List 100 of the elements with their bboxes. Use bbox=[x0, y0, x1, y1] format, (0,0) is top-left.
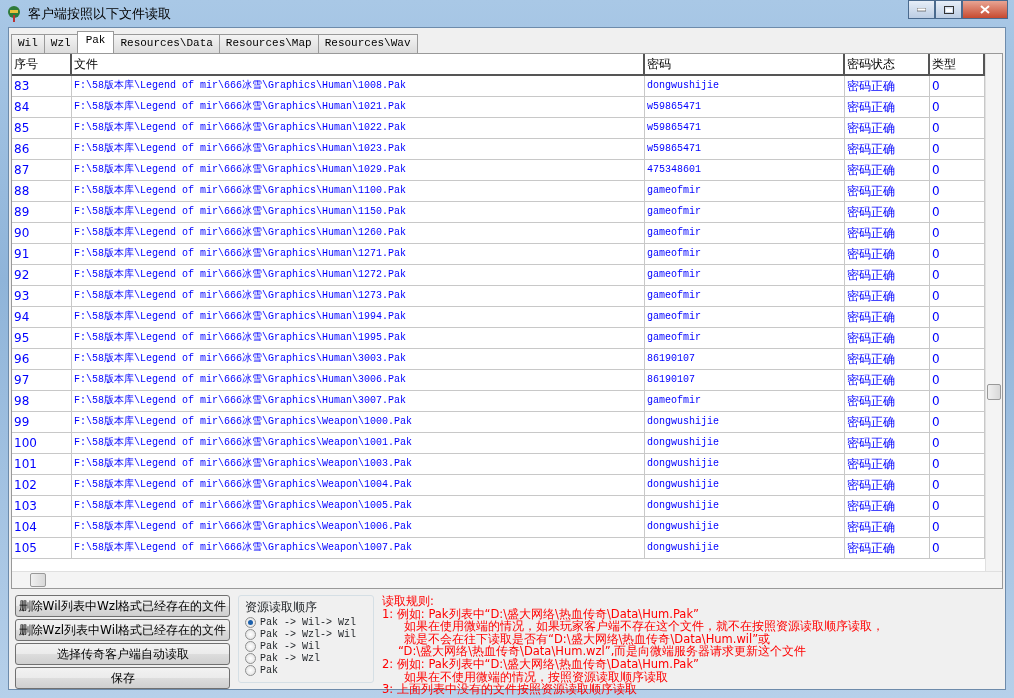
table-cell: 密码正确 bbox=[845, 265, 930, 286]
action-button[interactable]: 保存 bbox=[15, 667, 230, 689]
table-cell: 密码正确 bbox=[845, 97, 930, 118]
rule-text: 1: 例如: Pak列表中“D:\盛大网络\热血传奇\Data\Hum.Pak” bbox=[382, 607, 700, 621]
table-cell: 90 bbox=[12, 223, 72, 244]
table-cell: 密码正确 bbox=[845, 223, 930, 244]
table-cell: 密码正确 bbox=[845, 496, 930, 517]
table-cell: gameofmir bbox=[645, 307, 845, 328]
table-cell: 475348601 bbox=[645, 160, 845, 181]
table-cell: gameofmir bbox=[645, 265, 845, 286]
window-title: 客户端按照以下文件读取 bbox=[28, 4, 171, 23]
tab[interactable]: Wzl bbox=[43, 34, 78, 53]
table-cell: F:\58版本库\Legend of mir\666冰雪\Graphics\Weapon\1000.Pak bbox=[72, 412, 645, 433]
tab[interactable]: Resources\Map bbox=[218, 34, 319, 53]
radio-button[interactable] bbox=[245, 629, 256, 640]
vertical-scrollbar[interactable] bbox=[985, 54, 1002, 571]
table-cell: 86 bbox=[12, 139, 72, 160]
table-cell: 86190107 bbox=[645, 370, 845, 391]
radio-label[interactable]: Pak bbox=[260, 663, 278, 678]
table-cell: 密码正确 bbox=[845, 307, 930, 328]
table-cell: 104 bbox=[12, 517, 72, 538]
table-cell: F:\58版本库\Legend of mir\666冰雪\Graphics\Human\1271.Pak bbox=[72, 244, 645, 265]
table-cell: dongwushijie bbox=[645, 454, 845, 475]
table-cell: dongwushijie bbox=[645, 433, 845, 454]
column-header[interactable]: 序号 bbox=[12, 54, 72, 76]
radio-button[interactable] bbox=[245, 617, 256, 628]
radio-button[interactable] bbox=[245, 665, 256, 676]
tab[interactable]: Wil bbox=[11, 34, 45, 53]
table-cell: F:\58版本库\Legend of mir\666冰雪\Graphics\Human\1021.Pak bbox=[72, 97, 645, 118]
tab[interactable]: Resources\Data bbox=[113, 34, 220, 53]
close-button[interactable] bbox=[962, 0, 1008, 19]
table-cell: 密码正确 bbox=[845, 202, 930, 223]
table-cell: F:\58版本库\Legend of mir\666冰雪\Graphics\Human\1100.Pak bbox=[72, 181, 645, 202]
table-cell: 101 bbox=[12, 454, 72, 475]
rule-text: 就是不会在往下读取是否有“D:\盛大网络\热血传奇\Data\Hum.wil”或 bbox=[403, 632, 771, 646]
table-cell: dongwushijie bbox=[645, 517, 845, 538]
table-cell: F:\58版本库\Legend of mir\666冰雪\Graphics\Human\3007.Pak bbox=[72, 391, 645, 412]
rule-text: 3: 上面列表中没有的文件按照资源读取顺序读取 bbox=[382, 683, 637, 696]
table-cell: F:\58版本库\Legend of mir\666冰雪\Graphics\Weapon\1004.Pak bbox=[72, 475, 645, 496]
rule-text: 读取规则: bbox=[382, 595, 435, 608]
table-cell: F:\58版本库\Legend of mir\666冰雪\Graphics\Human\1260.Pak bbox=[72, 223, 645, 244]
table-cell: 密码正确 bbox=[845, 244, 930, 265]
radio-button[interactable] bbox=[245, 653, 256, 664]
table-cell: F:\58版本库\Legend of mir\666冰雪\Graphics\Human\3006.Pak bbox=[72, 370, 645, 391]
table-cell: F:\58版本库\Legend of mir\666冰雪\Graphics\Human\1995.Pak bbox=[72, 328, 645, 349]
table-cell: dongwushijie bbox=[645, 412, 845, 433]
table-cell: 密码正确 bbox=[845, 349, 930, 370]
column-header[interactable]: 密码 bbox=[645, 54, 845, 76]
table-cell: F:\58版本库\Legend of mir\666冰雪\Graphics\Weapon\1006.Pak bbox=[72, 517, 645, 538]
table-cell: 92 bbox=[12, 265, 72, 286]
radio-label[interactable]: Pak -> Wzl bbox=[260, 651, 320, 666]
table-cell: 密码正确 bbox=[845, 181, 930, 202]
rule-text: 如果在不使用微端的情况，按照资源读取顺序读取 bbox=[403, 670, 668, 684]
table-cell: 84 bbox=[12, 97, 72, 118]
table-cell: 密码正确 bbox=[845, 370, 930, 391]
table-cell: 密码正确 bbox=[845, 328, 930, 349]
tab[interactable]: Pak bbox=[76, 31, 115, 53]
tab[interactable]: Resources\Wav bbox=[317, 34, 418, 53]
table-cell: F:\58版本库\Legend of mir\666冰雪\Graphics\Human\1150.Pak bbox=[72, 202, 645, 223]
table-cell: w59865471 bbox=[645, 139, 845, 160]
table-cell: 密码正确 bbox=[845, 286, 930, 307]
group-title: 资源读取顺序 bbox=[245, 599, 318, 616]
column-header[interactable]: 文件 bbox=[72, 54, 645, 76]
table-cell: gameofmir bbox=[645, 223, 845, 244]
table-cell: 密码正确 bbox=[845, 433, 930, 454]
table-cell: 密码正确 bbox=[845, 538, 930, 559]
table-cell: F:\58版本库\Legend of mir\666冰雪\Graphics\Weapon\1005.Pak bbox=[72, 496, 645, 517]
table-cell: 97 bbox=[12, 370, 72, 391]
table-cell: 95 bbox=[12, 328, 72, 349]
radio-button[interactable] bbox=[245, 641, 256, 652]
table-cell: 密码正确 bbox=[845, 412, 930, 433]
table-cell: 102 bbox=[12, 475, 72, 496]
radio-label[interactable]: Pak -> Wil bbox=[260, 639, 320, 654]
table-cell: 密码正确 bbox=[845, 118, 930, 139]
table-cell: 88 bbox=[12, 181, 72, 202]
table-cell: 99 bbox=[12, 412, 72, 433]
table-cell: dongwushijie bbox=[645, 496, 845, 517]
table-cell: w59865471 bbox=[645, 118, 845, 139]
radio-label[interactable]: Pak -> Wzl-> Wil bbox=[260, 627, 356, 642]
maximize-button[interactable] bbox=[935, 0, 962, 19]
app-icon bbox=[6, 4, 22, 23]
action-button[interactable]: 删除Wil列表中Wzl格式已经存在的文件 bbox=[15, 595, 230, 617]
table-cell: gameofmir bbox=[645, 328, 845, 349]
action-button[interactable]: 删除Wzl列表中Wil格式已经存在的文件 bbox=[15, 619, 230, 641]
table-cell: 103 bbox=[12, 496, 72, 517]
table-cell: gameofmir bbox=[645, 244, 845, 265]
minimize-button[interactable] bbox=[908, 0, 935, 19]
table-cell: 密码正确 bbox=[845, 475, 930, 496]
column-header[interactable]: 密码状态 bbox=[845, 54, 930, 76]
radio-label[interactable]: Pak -> Wil-> Wzl bbox=[260, 615, 356, 630]
table-cell: gameofmir bbox=[645, 391, 845, 412]
table-cell: F:\58版本库\Legend of mir\666冰雪\Graphics\Human\1008.Pak bbox=[72, 76, 645, 97]
table-cell: gameofmir bbox=[645, 202, 845, 223]
table-cell: 94 bbox=[12, 307, 72, 328]
action-button[interactable]: 选择传奇客户端自动读取 bbox=[15, 643, 230, 665]
table-cell: 密码正确 bbox=[845, 391, 930, 412]
horizontal-scrollbar[interactable] bbox=[12, 571, 1002, 588]
table-cell: 86190107 bbox=[645, 349, 845, 370]
table-cell: dongwushijie bbox=[645, 76, 845, 97]
table-cell: 密码正确 bbox=[845, 76, 930, 97]
